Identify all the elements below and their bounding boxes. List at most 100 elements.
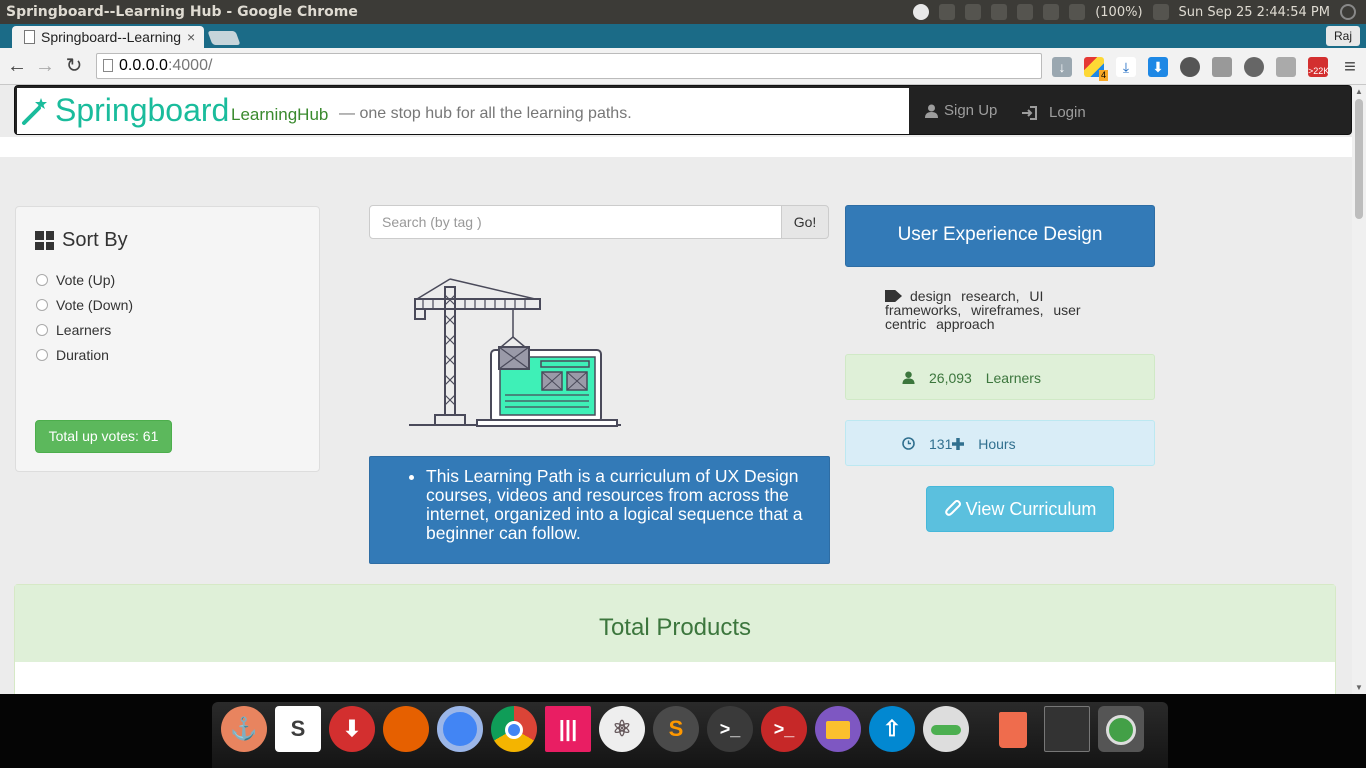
tags-text: design research, UI frameworks, wirefram… — [885, 288, 1081, 332]
brand[interactable]: Springboard LearningHub — one stop hub f… — [17, 88, 909, 134]
radio[interactable] — [36, 274, 48, 286]
sort-panel: Sort By Vote (Up) Vote (Down) Learners D… — [15, 206, 320, 472]
downloader-icon[interactable]: ⬇ — [329, 706, 375, 752]
address-bar[interactable]: 0.0.0.0:4000/ — [96, 53, 1042, 79]
settings-gear-icon[interactable] — [1244, 57, 1264, 77]
scroll-down-icon[interactable]: ▼ — [1355, 683, 1363, 692]
radio[interactable] — [36, 349, 48, 361]
springboard-tray-icon[interactable] — [913, 4, 930, 20]
reader-icon[interactable] — [1276, 57, 1296, 77]
atom-icon[interactable]: ⚛ — [599, 706, 645, 752]
back-icon[interactable]: ← — [6, 55, 28, 77]
network-icon[interactable] — [965, 4, 982, 20]
cpu-icon[interactable] — [939, 4, 956, 20]
total-votes-button[interactable]: Total up votes: 61 — [35, 420, 172, 453]
clock[interactable]: Sun Sep 25 2:44:54 PM — [1179, 5, 1330, 20]
forward-icon[interactable]: → — [34, 55, 56, 77]
sort-option-label: Learners — [56, 322, 112, 338]
os-top-bar: Springboard--Learning Hub - Google Chrom… — [0, 0, 1366, 24]
window-title: Springboard--Learning Hub - Google Chrom… — [6, 4, 358, 20]
page-viewport: Springboard LearningHub — one stop hub f… — [0, 85, 1352, 694]
view-curriculum-button[interactable]: View Curriculum — [926, 486, 1114, 532]
extension-badge: 4 — [1098, 70, 1108, 81]
user-icon — [925, 104, 938, 118]
reload-icon[interactable]: ↻ — [63, 55, 85, 77]
terminal-red-icon[interactable]: >_ — [761, 706, 807, 752]
tab-title: Springboard--Learning Hub — [41, 29, 181, 45]
learners-label: Learners — [985, 370, 1041, 386]
compass-icon[interactable] — [1180, 57, 1200, 77]
path-title-button[interactable]: User Experience Design — [845, 205, 1155, 267]
terminal-icon[interactable]: >_ — [707, 706, 753, 752]
hours-count: 131 — [929, 436, 953, 452]
battery-icon[interactable] — [1069, 4, 1086, 20]
learners-count: 26,093 — [929, 370, 972, 386]
clock-icon — [902, 437, 915, 450]
system-tray: (100%) Sun Sep 25 2:44:54 PM — [913, 0, 1366, 24]
search-button[interactable]: Go! — [781, 205, 829, 239]
profile-button[interactable]: Raj — [1325, 26, 1360, 46]
description-box: This Learning Path is a curriculum of UX… — [369, 456, 830, 564]
description-item: This Learning Path is a curriculum of UX… — [426, 467, 813, 543]
brand-tagline: — one stop hub for all the learning path… — [339, 105, 632, 122]
updater-icon[interactable]: ⇧ — [869, 706, 915, 752]
gitkraken-icon[interactable]: ||| — [545, 706, 591, 752]
chrome-icon[interactable] — [491, 706, 537, 752]
sort-option-vote-up[interactable]: Vote (Up) — [36, 272, 115, 288]
sort-option-vote-down[interactable]: Vote (Down) — [36, 297, 133, 313]
copy-icon[interactable] — [1212, 57, 1232, 77]
login-icon — [1022, 105, 1037, 120]
page-scrollbar[interactable]: ▲ ▼ — [1352, 85, 1366, 694]
hours-label: Hours — [978, 436, 1016, 452]
toggle-icon[interactable] — [923, 706, 969, 752]
notification-icon[interactable] — [1043, 4, 1060, 20]
battery-percent[interactable]: (100%) — [1095, 5, 1142, 20]
menu-icon[interactable]: ≡ — [1340, 57, 1360, 77]
browser-toolbar: ← → ↻ 0.0.0.0:4000/ ↓ 4 ⤓ ⬇ >22K ≡ — [0, 48, 1366, 85]
colorful-extension-icon[interactable]: 4 — [1084, 57, 1108, 81]
sort-option-label: Duration — [56, 347, 109, 363]
chromium-icon[interactable] — [437, 706, 483, 752]
user-icon — [902, 371, 915, 384]
login-link[interactable]: Login — [1021, 104, 1086, 121]
volume-icon[interactable] — [1152, 4, 1169, 20]
monitor-icon[interactable] — [1098, 706, 1144, 752]
extensions: ↓ 4 ⤓ ⬇ >22K ≡ — [1052, 57, 1360, 81]
power-icon[interactable] — [1340, 4, 1356, 20]
download-icon[interactable]: ⤓ — [1116, 57, 1136, 77]
slack-icon[interactable]: S — [275, 706, 321, 752]
sublime-icon[interactable]: S — [653, 706, 699, 752]
anchor-icon[interactable]: ⚓ — [221, 706, 267, 752]
search-input[interactable]: Search (by tag ) — [369, 205, 782, 239]
close-tab-icon[interactable]: × — [187, 29, 195, 45]
files-icon[interactable] — [815, 706, 861, 752]
sort-option-label: Vote (Down) — [56, 297, 134, 313]
scroll-up-icon[interactable]: ▲ — [1355, 87, 1363, 96]
radio[interactable] — [36, 324, 48, 336]
firefox-icon[interactable] — [383, 706, 429, 752]
gmail-icon[interactable]: >22K — [1308, 57, 1329, 77]
page-info-icon[interactable] — [103, 59, 113, 72]
page-icon — [24, 30, 35, 44]
new-tab-button[interactable] — [207, 31, 241, 45]
bluetooth-icon[interactable] — [1017, 4, 1034, 20]
magic-wand-icon — [22, 98, 47, 125]
save-icon[interactable]: ⬇ — [1148, 57, 1168, 77]
hours-box: 131 Hours — [845, 420, 1155, 466]
signup-label: Sign Up — [944, 102, 998, 119]
tags-icon — [885, 290, 902, 302]
sort-option-learners[interactable]: Learners — [36, 322, 111, 338]
tab-springboard[interactable]: Springboard--Learning Hub × — [12, 26, 204, 48]
brand-name: Springboard — [55, 92, 230, 128]
workspaces-icon[interactable] — [1044, 706, 1090, 752]
sort-option-duration[interactable]: Duration — [36, 347, 109, 363]
signup-link[interactable]: Sign Up — [925, 102, 997, 119]
radio[interactable] — [36, 299, 48, 311]
download-arrow-icon[interactable]: ↓ — [1052, 57, 1072, 77]
scroll-thumb[interactable] — [1355, 99, 1363, 219]
header-spacer — [0, 137, 1352, 157]
trash-icon[interactable] — [990, 706, 1036, 752]
plus-icon — [952, 438, 965, 450]
keyboard-icon[interactable] — [991, 4, 1008, 20]
view-curriculum-label: View Curriculum — [965, 499, 1097, 519]
